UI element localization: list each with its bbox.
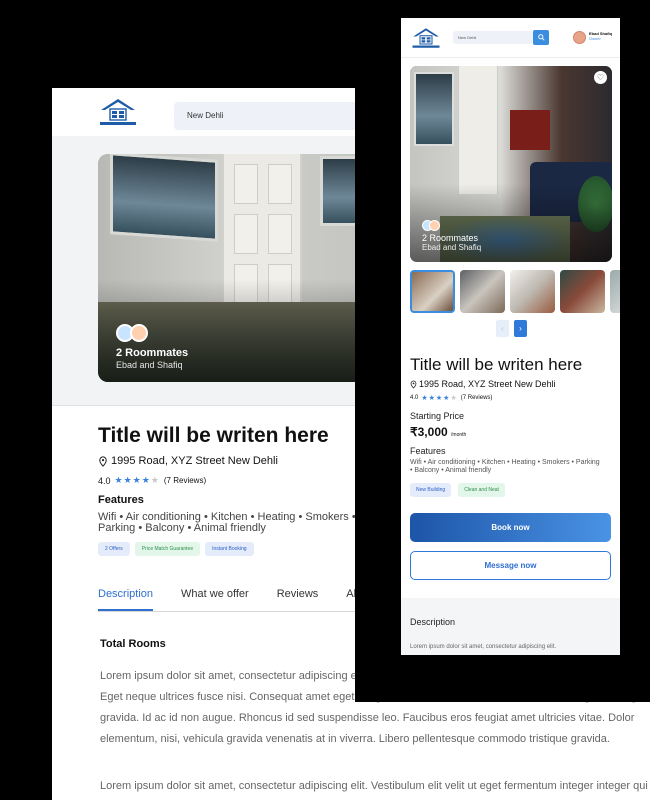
tag-new-building[interactable]: New Building: [410, 483, 452, 497]
hero-image[interactable]: 2 Roommates Ebad and Shafiq: [98, 154, 398, 382]
features-list: Wifi • Air conditioning • Kitchen • Heat…: [410, 459, 600, 474]
tag-offers[interactable]: 2 Offers: [98, 542, 130, 556]
roommate-avatars: [116, 324, 148, 342]
tag-clean-and-neat[interactable]: Clean and Neat: [458, 483, 505, 497]
tab-reviews[interactable]: Reviews: [277, 588, 319, 611]
book-now-button[interactable]: Book now: [410, 513, 611, 542]
roommates-count: 2 Roommates: [422, 233, 479, 243]
roommates-names: Ebad and Shafiq: [116, 360, 183, 370]
tab-what-we-offer[interactable]: What we offer: [181, 588, 249, 611]
listing-address: 1995 Road, XYZ Street New Dehli: [98, 455, 278, 467]
search-icon: [537, 34, 545, 41]
section-heading: Total Rooms: [100, 638, 166, 650]
hero-image[interactable]: ♡ 2 Roommates Ebad and Shafiq: [410, 66, 612, 262]
user-info[interactable]: Ebad Shafiq Owner: [589, 31, 612, 41]
thumbnail[interactable]: [460, 270, 505, 313]
starting-price-label: Starting Price: [410, 411, 465, 421]
tag-instant-booking[interactable]: Instant Booking: [205, 542, 254, 556]
thumbnail[interactable]: [410, 270, 455, 313]
price-unit: /month: [451, 432, 467, 438]
roommates-names: Ebad and Shafiq: [422, 243, 482, 252]
review-count[interactable]: (7 Reviews): [164, 476, 206, 485]
description-text: Lorem ipsum dolor sit amet, consectetur …: [410, 644, 557, 650]
carousel-pager: ‹ ›: [496, 320, 527, 337]
tag-price-match[interactable]: Price Match Guarantee: [134, 542, 201, 556]
feature-tags: New Building Clean and Neat: [410, 483, 505, 497]
price-value: ₹3,000: [410, 425, 448, 439]
features-heading: Features: [410, 446, 446, 456]
avatar: [429, 220, 440, 231]
thumbnail-strip: [410, 270, 620, 313]
features-heading: Features: [98, 494, 144, 506]
next-button[interactable]: ›: [514, 320, 527, 337]
review-count[interactable]: (7 Reviews): [461, 395, 493, 401]
brand-logo[interactable]: [411, 25, 441, 51]
user-avatar[interactable]: [573, 31, 586, 44]
message-now-button[interactable]: Message now: [410, 551, 611, 580]
listing-title: Title will be writen here: [410, 355, 583, 374]
roommate-avatars: [422, 220, 440, 231]
star-rating-icon: ★★★★★: [114, 475, 160, 485]
tab-description[interactable]: Description: [98, 588, 154, 611]
mobile-header: New Dehli Ebad Shafiq Owner: [401, 18, 620, 58]
listing-title: Title will be writen here: [98, 424, 329, 447]
user-role: Owner: [589, 36, 601, 41]
thumbnail[interactable]: [510, 270, 555, 313]
roommates-count: 2 Roommates: [116, 347, 189, 359]
thumbnail[interactable]: [610, 270, 620, 313]
favorite-heart-icon[interactable]: ♡: [594, 71, 607, 84]
search-button[interactable]: [533, 30, 549, 45]
location-pin-icon: [99, 455, 107, 467]
mobile-screen: New Dehli Ebad Shafiq Owner ♡ 2 Roommate…: [401, 18, 620, 655]
location-pin-icon: [410, 380, 417, 389]
features-list: Wifi • Air conditioning • Kitchen • Heat…: [98, 511, 356, 534]
description-text: Lorem ipsum dolor sit amet, consectetur …: [100, 780, 648, 792]
rating-value: 4.0: [98, 475, 111, 486]
search-input[interactable]: New Dehli: [453, 31, 533, 44]
rating-value: 4.0: [410, 395, 419, 401]
rating-row: 4.0 ★★★★★ (7 Reviews): [98, 475, 206, 486]
address-text: 1995 Road, XYZ Street New Dehli: [419, 379, 556, 389]
listing-address: 1995 Road, XYZ Street New Dehli: [410, 379, 556, 389]
thumbnail[interactable]: [560, 270, 605, 313]
stage: New Dehli 2 Roommates Ebad and Shafiq Ti…: [0, 0, 650, 800]
brand-logo[interactable]: [98, 97, 138, 127]
address-text: 1995 Road, XYZ Street New Dehli: [111, 455, 278, 467]
price: ₹3,000 /month: [410, 425, 466, 439]
offer-tags: 2 Offers Price Match Guarantee Instant B…: [98, 542, 254, 556]
avatar: [130, 324, 148, 342]
rating-row: 4.0 ★★★★★ (7 Reviews): [410, 394, 492, 402]
star-rating-icon: ★★★★★: [421, 395, 458, 402]
description-heading: Description: [410, 617, 456, 627]
prev-button[interactable]: ‹: [496, 320, 509, 337]
